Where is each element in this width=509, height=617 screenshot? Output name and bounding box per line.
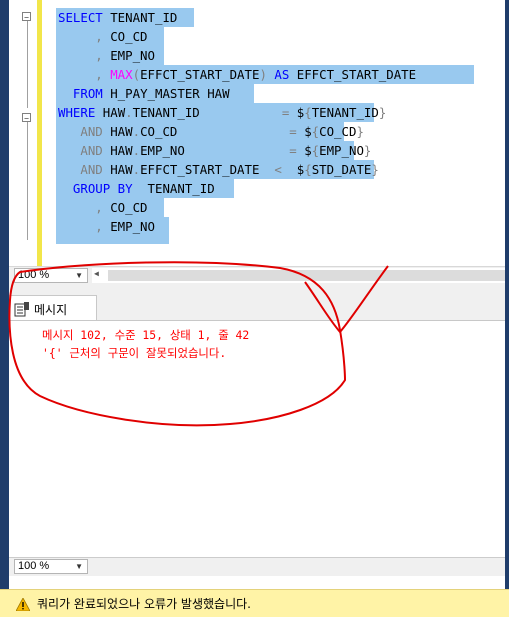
- code-token: WHERE: [58, 105, 96, 120]
- code-line[interactable]: , EMP_NO: [58, 217, 155, 236]
- messages-output[interactable]: 메시지 102, 수준 15, 상태 1, 줄 42 '{' 근처의 구문이 잘…: [9, 320, 505, 556]
- code-token: TENANT_ID: [132, 105, 282, 120]
- code-token: AND: [58, 124, 103, 139]
- code-token: TENANT_ID: [132, 181, 215, 196]
- code-token: EFFCT_START_DATE: [296, 67, 417, 82]
- change-tracking-margin: [37, 0, 42, 266]
- chevron-down-icon: ▼: [75, 271, 83, 280]
- editor-zoom-select[interactable]: 100 % ▼: [14, 268, 88, 283]
- code-token: {: [304, 162, 312, 177]
- code-token: $: [296, 143, 312, 158]
- code-line[interactable]: AND HAW.EFFCT_START_DATE < ${STD_DATE}: [58, 160, 379, 179]
- query-editor[interactable]: − − SELECT TENANT_ID , CO_CD , EMP_NO , …: [9, 0, 505, 266]
- code-token: }: [363, 143, 372, 158]
- code-token: <: [274, 162, 282, 177]
- code-token: HAW: [95, 105, 126, 120]
- horizontal-scrollbar[interactable]: ◀: [92, 268, 505, 283]
- code-token: $: [281, 162, 305, 177]
- code-line[interactable]: , CO_CD: [58, 27, 148, 46]
- fold-guide-line: [27, 122, 28, 240]
- code-line[interactable]: , EMP_NO: [58, 46, 155, 65]
- code-token: $: [296, 124, 312, 139]
- zoom-value: 100 %: [18, 560, 50, 572]
- code-token: GROUP BY: [58, 181, 133, 196]
- window-frame-right: [505, 0, 509, 590]
- code-token: HAW: [102, 124, 133, 139]
- code-token: EMP_NO: [319, 143, 364, 158]
- collapse-where-icon[interactable]: −: [22, 113, 31, 123]
- window-frame-left: [0, 0, 9, 590]
- scrollbar-thumb[interactable]: [108, 270, 505, 281]
- code-token: EMP_NO: [140, 143, 290, 158]
- code-token: MAX: [110, 67, 133, 82]
- status-text: 쿼리가 완료되었으나 오류가 발생했습니다.: [37, 597, 251, 611]
- results-zoom-select[interactable]: 100 % ▼: [14, 559, 88, 574]
- code-token: AS: [266, 67, 297, 82]
- messages-icon: [14, 302, 29, 317]
- code-token: .: [132, 124, 141, 139]
- code-token: ): [259, 67, 267, 82]
- code-line[interactable]: AND HAW.CO_CD = ${CO_CD}: [58, 122, 364, 141]
- code-token: $: [289, 105, 305, 120]
- code-token: (: [132, 67, 141, 82]
- code-token: ,: [58, 200, 111, 215]
- code-token: {: [304, 105, 312, 120]
- fold-guide-line: [27, 21, 28, 108]
- code-token: ,: [58, 29, 111, 44]
- code-line[interactable]: AND HAW.EMP_NO = ${EMP_NO}: [58, 141, 371, 160]
- code-token: ,: [58, 219, 111, 234]
- code-line[interactable]: FROM H_PAY_MASTER HAW: [58, 84, 230, 103]
- status-bar: 쿼리가 완료되었으나 오류가 발생했습니다.: [0, 589, 509, 617]
- code-token: EFFCT_START_DATE: [140, 162, 275, 177]
- code-token: STD_DATE: [311, 162, 372, 177]
- code-line[interactable]: , MAX(EFFCT_START_DATE) AS EFFCT_START_D…: [58, 65, 416, 84]
- code-token: H_PAY_MASTER HAW: [102, 86, 230, 101]
- code-token: ,: [58, 48, 111, 63]
- code-token: CO_CD: [319, 124, 357, 139]
- code-token: AND: [58, 162, 103, 177]
- code-token: HAW: [102, 162, 133, 177]
- code-token: AND: [58, 143, 103, 158]
- results-zoom-bar: 100 % ▼: [9, 557, 505, 576]
- code-line[interactable]: WHERE HAW.TENANT_ID = ${TENANT_ID}: [58, 103, 386, 122]
- code-token: TENANT_ID: [311, 105, 379, 120]
- code-token: }: [378, 105, 387, 120]
- warning-icon: [16, 598, 30, 611]
- code-line[interactable]: GROUP BY TENANT_ID: [58, 179, 215, 198]
- code-token: EFFCT_START_DATE: [140, 67, 260, 82]
- code-token: CO_CD: [110, 29, 148, 44]
- code-token: =: [289, 143, 297, 158]
- code-token: .: [125, 105, 133, 120]
- code-token: FROM: [72, 86, 103, 101]
- code-token: CO_CD: [140, 124, 290, 139]
- code-token: HAW: [102, 143, 133, 158]
- tab-messages-label: 메시지: [34, 303, 68, 317]
- code-token: EMP_NO: [110, 48, 155, 63]
- error-message-line: 메시지 102, 수준 15, 상태 1, 줄 42: [42, 328, 250, 342]
- editor-zoom-bar: 100 % ▼ ◀: [9, 266, 505, 285]
- scroll-left-icon[interactable]: ◀: [94, 269, 99, 278]
- code-token: .: [132, 143, 141, 158]
- code-token: .: [132, 162, 141, 177]
- code-token: TENANT_ID: [102, 10, 178, 25]
- code-token: =: [289, 124, 297, 139]
- zoom-value: 100 %: [18, 269, 50, 281]
- code-token: }: [356, 124, 364, 139]
- error-message-line: '{' 근처의 구문이 잘못되었습니다.: [42, 346, 227, 360]
- collapse-select-icon[interactable]: −: [22, 12, 31, 22]
- code-token: EMP_NO: [110, 219, 155, 234]
- code-token: }: [371, 162, 379, 177]
- code-line[interactable]: SELECT TENANT_ID: [58, 8, 177, 27]
- chevron-down-icon: ▼: [75, 562, 83, 571]
- results-pane: 메시지 메시지 102, 수준 15, 상태 1, 줄 42 '{' 근처의 구…: [9, 285, 505, 556]
- code-token: ,: [58, 67, 111, 82]
- code-token: SELECT: [58, 10, 103, 25]
- tab-messages[interactable]: 메시지: [9, 295, 97, 321]
- code-line[interactable]: , CO_CD: [58, 198, 148, 217]
- code-token: CO_CD: [110, 200, 148, 215]
